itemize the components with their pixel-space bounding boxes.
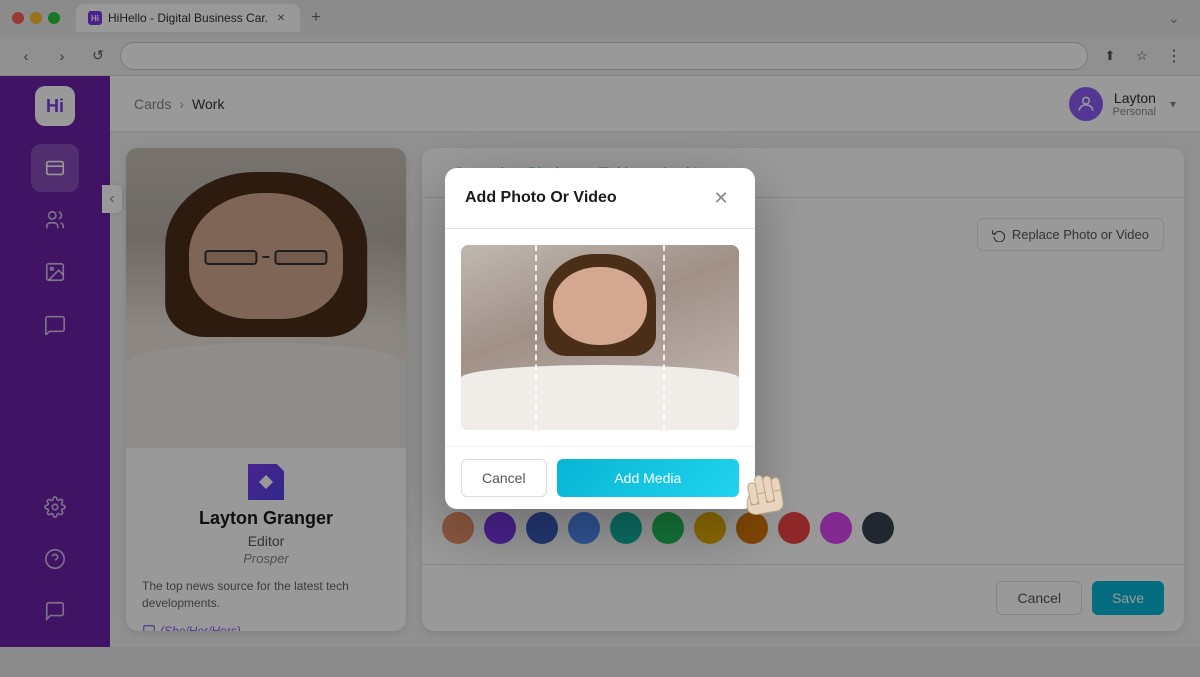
modal-cancel-button[interactable]: Cancel (461, 459, 547, 497)
modal-close-button[interactable]: ✕ (707, 184, 735, 212)
modal-overlay: Add Photo Or Video ✕ (0, 0, 1200, 677)
crop-selection[interactable] (535, 245, 665, 430)
modal-header: Add Photo Or Video ✕ (445, 168, 755, 229)
photo-crop-area[interactable] (461, 245, 739, 430)
modal-footer: Cancel Add Media (445, 446, 755, 509)
modal-title: Add Photo Or Video (465, 189, 617, 207)
add-photo-modal: Add Photo Or Video ✕ (445, 168, 755, 509)
modal-add-media-button[interactable]: Add Media (557, 459, 739, 497)
modal-body (445, 229, 755, 446)
